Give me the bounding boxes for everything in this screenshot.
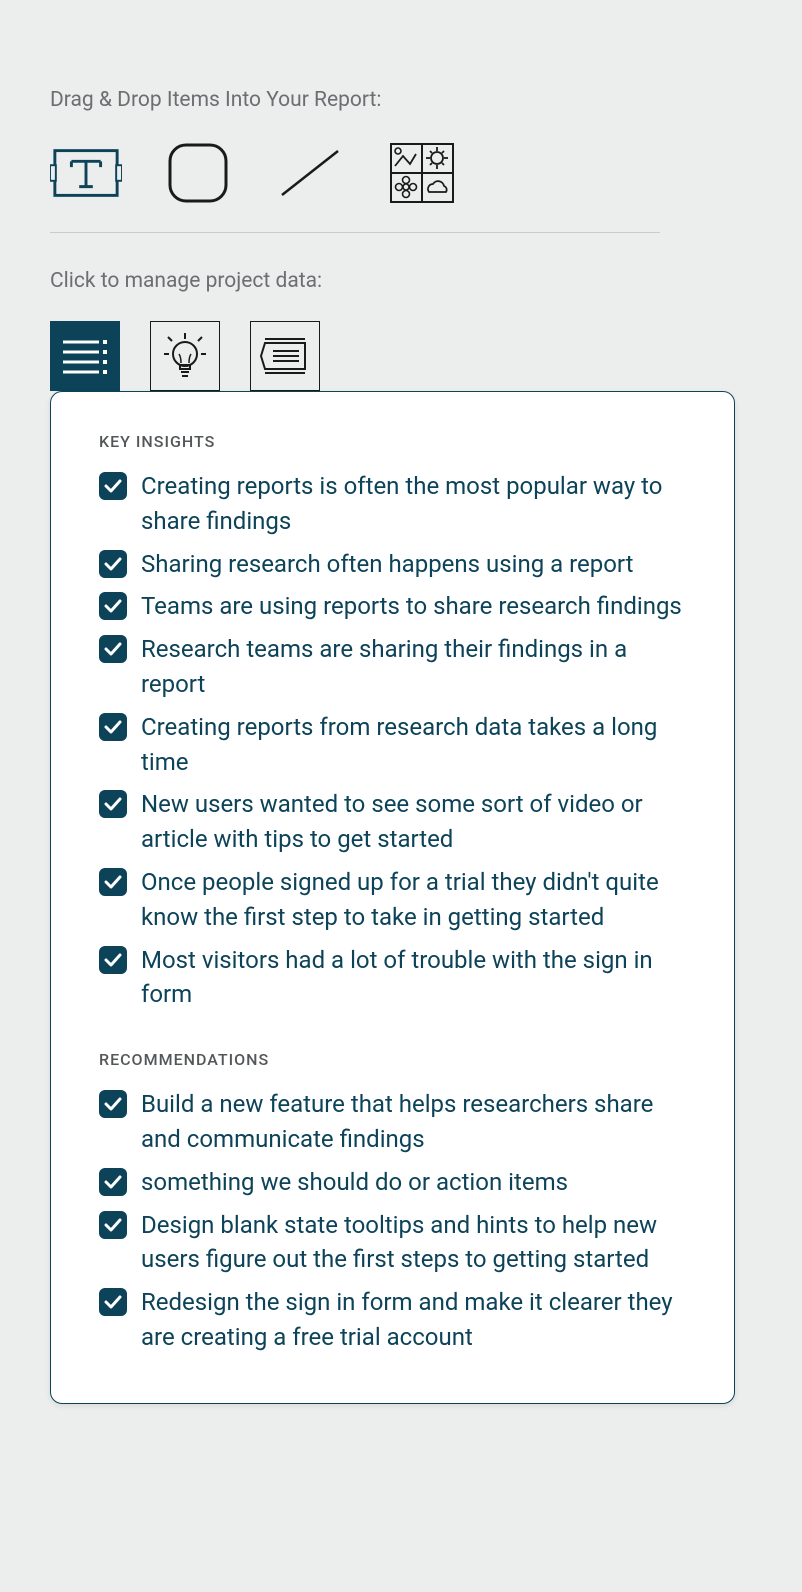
- data-tabs: [50, 321, 752, 391]
- list-item[interactable]: Research teams are sharing their finding…: [99, 632, 686, 702]
- item-text: Most visitors had a lot of trouble with …: [141, 943, 686, 1013]
- list-item[interactable]: Sharing research often happens using a r…: [99, 547, 686, 582]
- notes-tab[interactable]: [250, 321, 320, 391]
- checkbox[interactable]: [99, 1211, 127, 1239]
- list-item[interactable]: Teams are using reports to share researc…: [99, 589, 686, 624]
- list-item[interactable]: New users wanted to see some sort of vid…: [99, 787, 686, 857]
- item-text: something we should do or action items: [141, 1165, 568, 1200]
- list-item[interactable]: Creating reports from research data take…: [99, 710, 686, 780]
- checkbox[interactable]: [99, 790, 127, 818]
- divider: [50, 232, 660, 233]
- checkbox[interactable]: [99, 946, 127, 974]
- item-text: Once people signed up for a trial they d…: [141, 865, 686, 935]
- item-list: Creating reports is often the most popul…: [99, 469, 686, 1012]
- checkbox[interactable]: [99, 550, 127, 578]
- checkbox[interactable]: [99, 635, 127, 663]
- item-text: Sharing research often happens using a r…: [141, 547, 634, 582]
- item-list: Build a new feature that helps researche…: [99, 1087, 686, 1355]
- text-box-icon[interactable]: [50, 140, 122, 206]
- item-text: Redesign the sign in form and make it cl…: [141, 1285, 686, 1355]
- presentation-icon: [259, 336, 311, 376]
- rounded-rectangle-icon[interactable]: [162, 140, 234, 206]
- list-item[interactable]: Design blank state tooltips and hints to…: [99, 1208, 686, 1278]
- checkbox[interactable]: [99, 868, 127, 896]
- item-text: Build a new feature that helps researche…: [141, 1087, 686, 1157]
- list-item[interactable]: Creating reports is often the most popul…: [99, 469, 686, 539]
- list-item[interactable]: Redesign the sign in form and make it cl…: [99, 1285, 686, 1355]
- toolbar: [50, 140, 752, 206]
- images-grid-icon[interactable]: [386, 140, 458, 206]
- report-builder-panel: Drag & Drop Items Into Your Report:: [50, 88, 752, 1404]
- ideas-tab[interactable]: [150, 321, 220, 391]
- list-item[interactable]: something we should do or action items: [99, 1165, 686, 1200]
- group-heading: KEY INSIGHTS: [99, 432, 686, 451]
- checkbox[interactable]: [99, 713, 127, 741]
- panel-group: KEY INSIGHTS Creating reports is often th…: [99, 432, 686, 1012]
- item-text: New users wanted to see some sort of vid…: [141, 787, 686, 857]
- item-text: Creating reports from research data take…: [141, 710, 686, 780]
- drag-drop-label: Drag & Drop Items Into Your Report:: [50, 88, 752, 112]
- item-text: Teams are using reports to share researc…: [141, 589, 682, 624]
- list-item[interactable]: Most visitors had a lot of trouble with …: [99, 943, 686, 1013]
- checkbox[interactable]: [99, 472, 127, 500]
- item-text: Creating reports is often the most popul…: [141, 469, 686, 539]
- manage-data-label: Click to manage project data:: [50, 269, 752, 293]
- checkbox[interactable]: [99, 1288, 127, 1316]
- group-heading: RECOMMENDATIONS: [99, 1050, 686, 1069]
- list-item[interactable]: Once people signed up for a trial they d…: [99, 865, 686, 935]
- item-text: Design blank state tooltips and hints to…: [141, 1208, 686, 1278]
- item-text: Research teams are sharing their finding…: [141, 632, 686, 702]
- checkbox[interactable]: [99, 1168, 127, 1196]
- line-icon[interactable]: [274, 140, 346, 206]
- list-item[interactable]: Build a new feature that helps researche…: [99, 1087, 686, 1157]
- list-view-tab[interactable]: [50, 321, 120, 391]
- list-icon: [61, 338, 109, 374]
- lightbulb-icon: [163, 330, 207, 382]
- panel-group: RECOMMENDATIONS Build a new feature that …: [99, 1050, 686, 1355]
- data-panel: KEY INSIGHTS Creating reports is often th…: [50, 391, 735, 1404]
- checkbox[interactable]: [99, 1090, 127, 1118]
- checkbox[interactable]: [99, 592, 127, 620]
